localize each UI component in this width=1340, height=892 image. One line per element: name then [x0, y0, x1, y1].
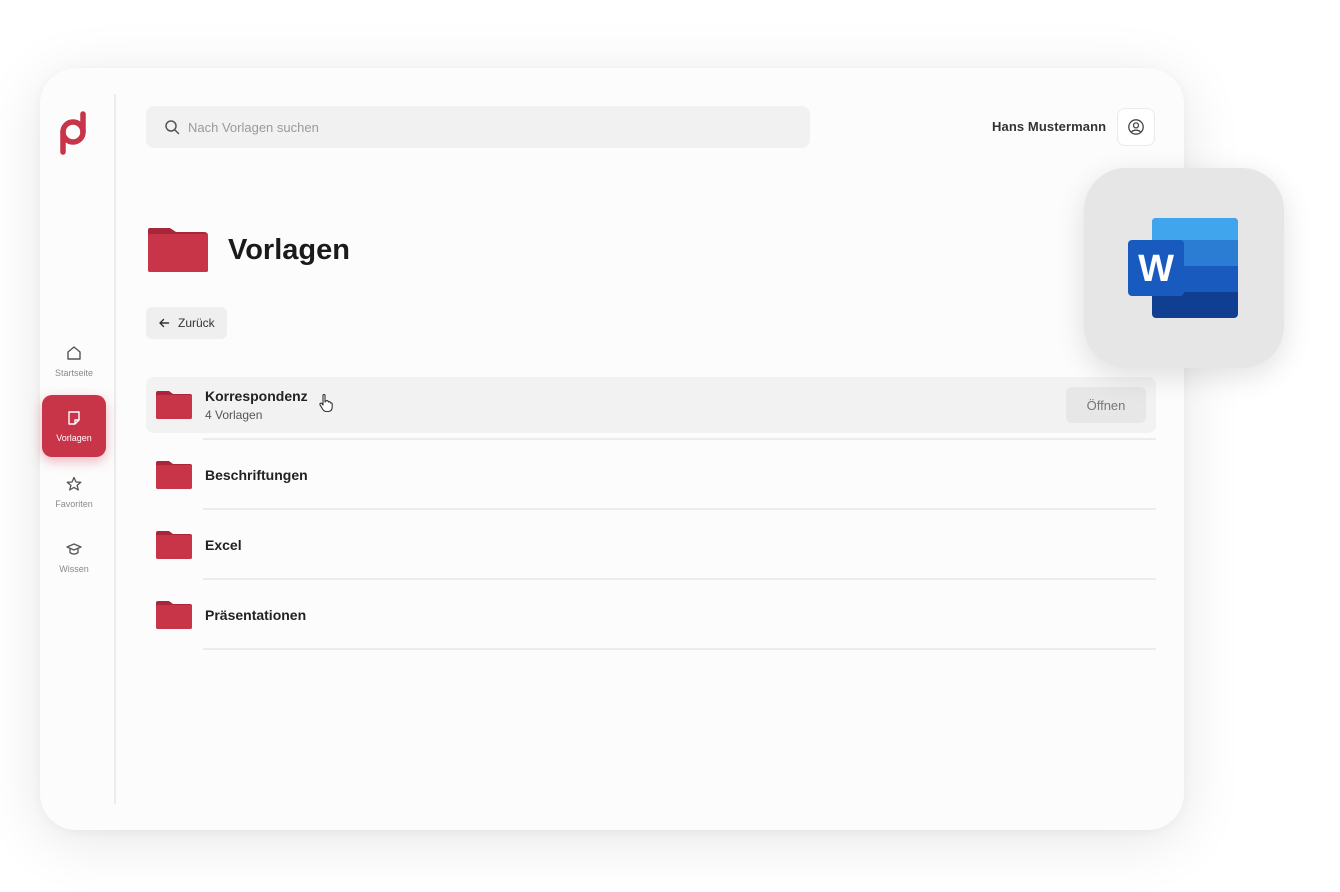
search-bar[interactable]	[146, 106, 810, 148]
microsoft-word-icon: W	[1128, 218, 1238, 318]
app-logo[interactable]	[58, 110, 96, 156]
app-window: Startseite Vorlagen Favoriten Wissen Han…	[40, 68, 1184, 830]
folder-icon	[156, 531, 192, 559]
word-icon-letter: W	[1138, 248, 1174, 290]
sidebar-item-startseite[interactable]: Startseite	[42, 330, 106, 392]
search-icon	[165, 120, 180, 135]
back-button[interactable]: Zurück	[146, 307, 227, 339]
sidebar-item-vorlagen[interactable]: Vorlagen	[42, 395, 106, 457]
sidebar-item-label: Startseite	[54, 368, 94, 378]
user-circle-icon	[1128, 119, 1144, 135]
folder-list: Korrespondenz 4 Vorlagen Öffnen Beschrif…	[146, 377, 1156, 650]
sidebar-item-wissen[interactable]: Wissen	[42, 526, 106, 588]
row-divider	[203, 648, 1156, 650]
back-button-label: Zurück	[178, 316, 215, 330]
folder-row-text: Korrespondenz 4 Vorlagen	[205, 388, 308, 422]
user-name: Hans Mustermann	[992, 119, 1107, 134]
star-icon	[66, 476, 82, 491]
open-button[interactable]: Öffnen	[1066, 387, 1146, 423]
folder-row-korrespondenz[interactable]: Korrespondenz 4 Vorlagen Öffnen	[146, 377, 1156, 440]
folder-count: 4 Vorlagen	[205, 408, 263, 422]
folder-icon	[156, 461, 192, 489]
hand-cursor-icon	[319, 393, 333, 413]
folder-title: Korrespondenz	[205, 388, 308, 404]
sidebar-item-favoriten[interactable]: Favoriten	[42, 461, 106, 523]
sidebar-divider	[114, 94, 116, 804]
home-icon	[67, 346, 81, 360]
template-icon	[68, 411, 80, 425]
sidebar-item-label: Vorlagen	[56, 433, 92, 443]
graduation-cap-icon	[66, 543, 82, 555]
user-account-button[interactable]	[1117, 108, 1155, 146]
page-title: Vorlagen	[228, 234, 350, 266]
folder-title: Präsentationen	[205, 607, 307, 623]
folder-row-beschriftungen[interactable]: Beschriftungen	[146, 440, 1156, 510]
folder-row-excel[interactable]: Excel	[146, 510, 1156, 580]
word-app-tile: W	[1084, 168, 1284, 368]
folder-icon	[148, 228, 208, 272]
sidebar-item-label: Favoriten	[55, 499, 93, 509]
arrow-left-icon	[159, 318, 170, 328]
folder-title: Excel	[205, 537, 242, 553]
folder-row-praesentationen[interactable]: Präsentationen	[146, 580, 1156, 650]
search-input[interactable]	[188, 119, 748, 135]
folder-title: Beschriftungen	[205, 467, 308, 483]
folder-icon	[156, 601, 192, 629]
sidebar-item-label: Wissen	[59, 564, 89, 574]
folder-icon	[156, 391, 192, 419]
